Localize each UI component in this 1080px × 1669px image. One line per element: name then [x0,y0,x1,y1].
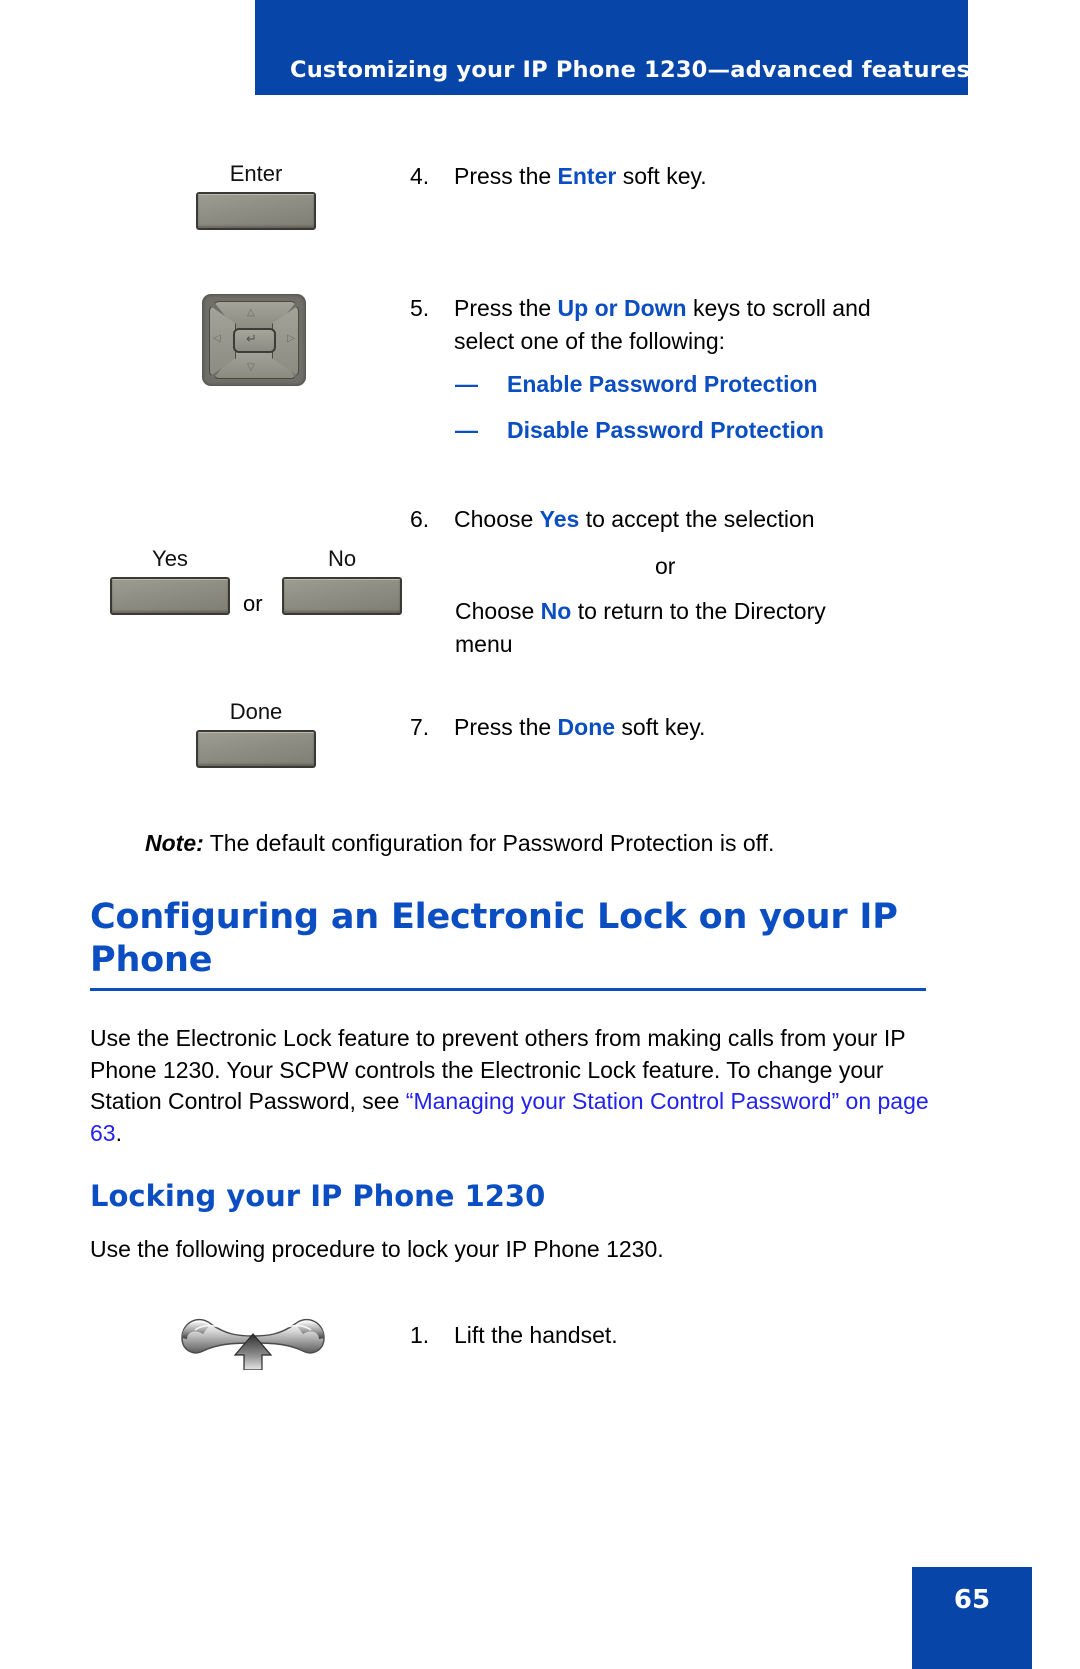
note-label: Note: [145,830,204,856]
step-4-number: 4. [410,163,430,189]
softkey-enter-button[interactable] [196,192,316,230]
step-6-text-c: Choose [455,598,541,624]
step-6-keyword-yes: Yes [539,506,580,532]
step-6-text-a: Choose [454,506,540,532]
softkey-or-separator: or [243,591,263,616]
nav-right-arrow-icon: ▷ [287,333,295,344]
section-heading-locking-your-ip-phone: Locking your IP Phone 1230 [90,1179,546,1213]
step-6-number: 6. [410,506,430,532]
nav-enter-arrow-icon: ↵ [246,331,257,346]
page-number: 65 [953,1585,991,1615]
section-heading-configuring-electronic-lock: Configuring an Electronic Lock on your I… [90,897,898,980]
page-header-band: Customizing your IP Phone 1230—advanced … [255,0,971,95]
navigation-cluster-icon[interactable]: △ ▽ ◁ ▷ ↵ [202,294,306,386]
step-5-line-2: select one of the following: [454,328,726,354]
bullet-item-enable: — Enable Password Protection [455,368,818,401]
bullet-item-disable: — Disable Password Protection [455,414,824,447]
step-7-text-b: soft key. [615,714,706,740]
nav-left-arrow-icon: ◁ [213,333,221,344]
step-4-text-b: soft key. [616,163,707,189]
step-7-row: 7. Press the Done soft key. [410,711,970,744]
page-header-title: Customizing your IP Phone 1230—advanced … [290,57,971,83]
bullet-label-disable: Disable Password Protection [507,417,824,443]
step-4-text: Press the Enter soft key. [454,160,707,193]
step-6-row: 6. Choose Yes to accept the selection [410,503,980,536]
bullet-label-enable: Enable Password Protection [507,371,818,397]
softkey-done-button[interactable] [196,730,316,768]
note-block: Note: The default configuration for Pass… [145,827,975,860]
heading-rule-divider [90,988,926,991]
step-5-text-a: Press the [454,295,558,321]
softkey-done-label: Done [229,699,283,724]
paragraph-electronic-lock-intro: Use the Electronic Lock feature to preve… [90,1023,936,1149]
lock-step-1-text: Lift the handset. [454,1322,618,1348]
step-6-text-d: to return to the Directory [571,598,826,624]
step-7-text: Press the Done soft key. [454,711,705,744]
step-4-row: 4. Press the Enter soft key. [410,160,970,193]
step-6-line-1: Choose Yes to accept the selection [454,503,815,536]
lock-step-1-number: 1. [410,1322,430,1348]
nav-up-arrow-icon: △ [247,307,255,318]
softkey-no-graphic: No [280,545,404,615]
page-number-block: 65 [912,1567,1032,1669]
step-5-line-1: Press the Up or Down keys to scroll and [454,292,871,325]
softkey-enter-graphic: Enter [193,160,319,230]
softkey-yes-label: Yes [152,546,188,571]
step-4-text-a: Press the [454,163,558,189]
note-text: The default configuration for Password P… [203,830,775,856]
step-6-line-2: Choose No to return to the Directory [455,595,975,628]
softkey-enter-label: Enter [229,161,283,186]
step-6-text-b: to accept the selection [579,506,815,532]
step-7-number: 7. [410,714,430,740]
softkey-no-button[interactable] [282,577,402,615]
step-5-number: 5. [410,295,430,321]
step-4-keyword: Enter [557,163,617,189]
nav-down-arrow-icon: ▽ [247,362,255,373]
softkey-yes-graphic: Yes [108,545,232,615]
paragraph-1-period: . [115,1119,122,1146]
softkey-yes-button[interactable] [110,577,230,615]
softkey-done-graphic: Done [193,698,319,768]
step-6-keyword-no: No [540,598,572,624]
step-6-line-3: menu [455,631,513,657]
step-5-keyword: Up or Down [557,295,687,321]
step-7-text-a: Press the [454,714,558,740]
step-7-keyword: Done [557,714,616,740]
step-5-text-b: keys to scroll and [686,295,871,321]
bullet-dash-icon: — [455,371,478,397]
step-6-or-separator: or [655,553,676,579]
handset-svg [181,1319,325,1371]
step-5-row: 5. Press the Up or Down keys to scroll a… [410,292,980,358]
bullet-dash-icon: — [455,417,478,443]
softkey-no-label: No [327,546,357,571]
lock-step-1-row: 1. Lift the handset. [410,1319,970,1352]
paragraph-locking-intro: Use the following procedure to lock your… [90,1236,664,1262]
lift-handset-icon [177,1312,329,1371]
